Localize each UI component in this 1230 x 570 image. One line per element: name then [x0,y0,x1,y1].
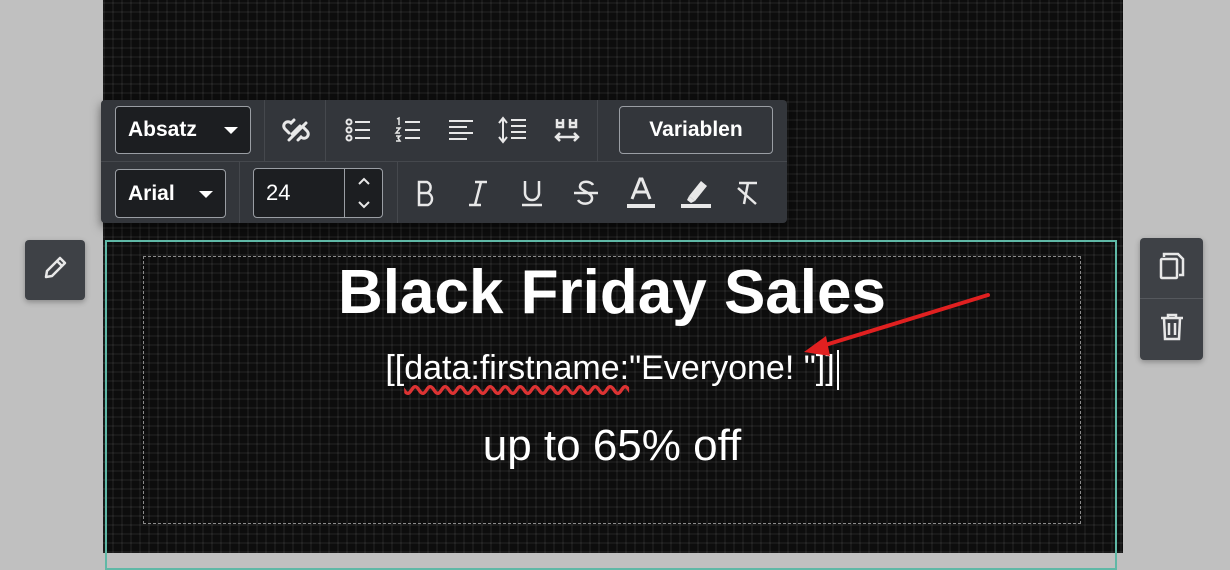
unlink-icon[interactable] [276,110,316,150]
variable-fallback: "Everyone! "]] [629,349,835,387]
variable-open-brackets: [[ [385,349,405,387]
toolbar-separator [264,100,265,161]
clear-formatting-icon[interactable] [728,173,768,213]
italic-icon[interactable] [458,173,498,213]
font-size-stepper [253,168,383,218]
align-left-icon[interactable] [441,110,481,150]
chevron-down-icon[interactable] [345,193,383,217]
text-color-icon[interactable] [621,173,661,213]
text-cursor [836,350,839,391]
trash-icon [1159,312,1185,347]
font-family-value: Arial [128,181,175,205]
delete-block-button[interactable] [1140,299,1203,359]
chevron-up-icon[interactable] [345,169,383,193]
highlight-icon[interactable] [676,173,716,213]
toolbar-separator [325,100,326,161]
text-direction-icon[interactable] [547,110,587,150]
underline-icon[interactable] [512,173,552,213]
font-family-dropdown[interactable]: Arial [115,169,226,218]
edit-block-button[interactable] [25,240,85,300]
toolbar-separator [597,100,598,161]
chevron-down-icon [224,127,238,134]
strikethrough-icon[interactable] [566,173,606,213]
toolbar-separator [397,161,398,223]
font-size-stepper-controls [344,169,383,217]
variables-button[interactable]: Variablen [619,106,773,154]
line-height-icon[interactable] [493,110,533,150]
headline-text[interactable]: Black Friday Sales [143,253,1081,333]
bold-icon[interactable] [406,173,446,213]
copy-icon [1158,251,1186,286]
copy-block-button[interactable] [1140,238,1203,298]
variable-name: data:firstname: [404,349,630,387]
bulleted-list-icon[interactable] [338,110,378,150]
numbered-list-icon[interactable] [388,110,428,150]
discount-text[interactable]: up to 65% off [143,418,1081,474]
pencil-icon [41,254,69,287]
block-format-dropdown[interactable]: Absatz [115,106,251,154]
variable-placeholder-line[interactable]: [[data:firstname:"Everyone! "]] [143,343,1081,393]
font-size-input[interactable] [254,169,344,217]
chevron-down-icon [199,190,213,198]
toolbar-row-divider [101,161,787,162]
block-format-value: Absatz [128,118,197,141]
toolbar-separator [239,161,240,223]
block-actions [1140,238,1203,360]
